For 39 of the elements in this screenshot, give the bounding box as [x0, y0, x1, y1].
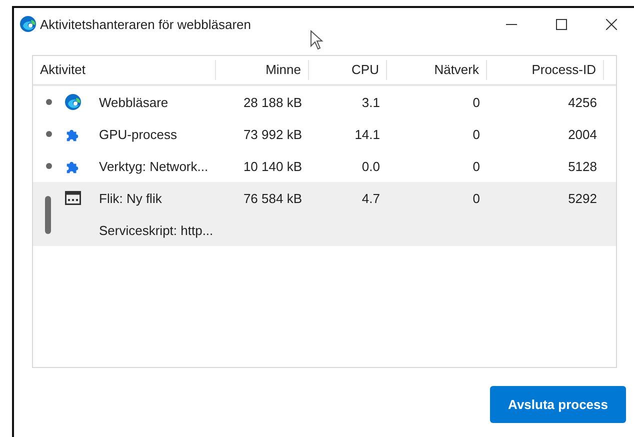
column-header[interactable]: Minne	[216, 60, 309, 80]
network-cell-text: 0	[472, 126, 481, 142]
column-header[interactable]: Process-ID	[487, 60, 604, 80]
column-header[interactable]: CPU	[309, 60, 387, 80]
maximize-icon	[556, 18, 566, 30]
group-bar	[45, 196, 51, 234]
process-id-cell-text: 5128	[567, 158, 598, 174]
memory-cell-text: 10 140 kB	[242, 158, 303, 174]
memory-cell-text: 73 992 kB	[242, 126, 303, 142]
cpu-cell-text: 0.0	[360, 158, 381, 174]
end-process-button[interactable]: Avsluta process	[490, 386, 626, 423]
cpu-cell-text: 4.7	[360, 190, 381, 206]
memory-cell-text: 28 188 kB	[242, 94, 303, 110]
process-name: GPU-process	[99, 126, 178, 142]
group-dot	[46, 131, 52, 137]
network-cell-text: 0	[472, 158, 481, 174]
network-cell-text: 0	[472, 190, 481, 206]
group-dot	[46, 99, 52, 105]
column-header[interactable]: Nätverk	[387, 60, 487, 80]
process-name: Serviceskript: http...	[99, 222, 214, 238]
process-name: Verktyg: Network...	[99, 158, 208, 174]
process-id-cell-text: 2004	[567, 126, 598, 142]
close-icon	[606, 18, 616, 30]
process-id-cell-text: 4256	[567, 94, 598, 110]
cpu-cell-text: 14.1	[354, 126, 381, 142]
process-row[interactable]: Flik: Ny flik 76 584 kB 4.7 0 5292 Serviceskript: http...	[33, 182, 616, 246]
browser-logo-icon	[65, 94, 81, 110]
process-name: Webbläsare	[99, 94, 168, 110]
cursor-icon	[310, 30, 324, 50]
memory-cell-text: 76 584 kB	[242, 190, 303, 206]
network-cell-text: 0	[472, 94, 481, 110]
browser-logo-icon	[20, 16, 36, 32]
tab-window-icon	[65, 191, 81, 205]
process-id-cell-text: 5292	[567, 190, 598, 206]
window-title: Aktivitetshanteraren för webbläsaren	[40, 16, 252, 32]
cpu-cell-text: 3.1	[360, 94, 381, 110]
process-name: Flik: Ny flik	[99, 190, 162, 206]
column-header[interactable]: Aktivitet	[33, 60, 216, 80]
group-dot	[46, 163, 52, 169]
